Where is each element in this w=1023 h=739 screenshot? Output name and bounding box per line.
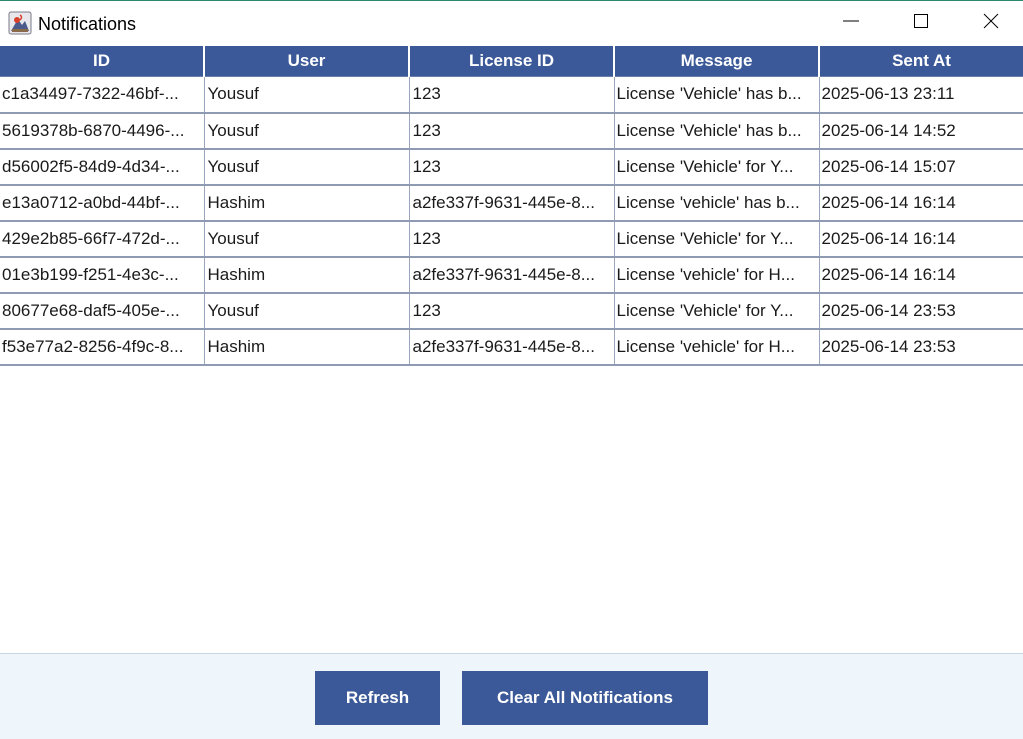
button-panel: Refresh Clear All Notifications	[0, 653, 1023, 739]
cell-user[interactable]: Yousuf	[204, 148, 410, 186]
cell-id[interactable]: e13a0712-a0bd-44bf-...	[0, 184, 205, 222]
column-header-message[interactable]: Message	[614, 46, 820, 77]
cell-sent-at[interactable]: 2025-06-14 14:52	[819, 112, 1023, 150]
cell-user[interactable]: Yousuf	[204, 76, 410, 114]
cell-license-id[interactable]: 123	[409, 148, 615, 186]
cell-sent-at[interactable]: 2025-06-14 23:53	[819, 328, 1023, 366]
close-button[interactable]	[956, 1, 1023, 45]
column-header-license-id[interactable]: License ID	[409, 46, 615, 77]
cell-id[interactable]: 429e2b85-66f7-472d-...	[0, 220, 205, 258]
table-row[interactable]: 5619378b-6870-4496-... Yousuf 123 Licens…	[0, 112, 1023, 150]
cell-message[interactable]: License 'Vehicle' for Y...	[614, 292, 820, 330]
cell-sent-at[interactable]: 2025-06-14 15:07	[819, 148, 1023, 186]
cell-sent-at[interactable]: 2025-06-14 16:14	[819, 220, 1023, 258]
maximize-icon	[913, 13, 929, 34]
notifications-table: ID User License ID Message Sent At c1a34…	[0, 46, 1023, 366]
column-header-sent-at[interactable]: Sent At	[819, 46, 1023, 77]
cell-license-id[interactable]: 123	[409, 76, 615, 114]
table-row[interactable]: 80677e68-daf5-405e-... Yousuf 123 Licens…	[0, 292, 1023, 330]
table-row[interactable]: c1a34497-7322-46bf-... Yousuf 123 Licens…	[0, 76, 1023, 114]
cell-message[interactable]: License 'Vehicle' for Y...	[614, 220, 820, 258]
close-icon	[983, 13, 999, 34]
cell-message[interactable]: License 'vehicle' for H...	[614, 328, 820, 366]
notifications-window: Notifications ID User License ID Message…	[0, 0, 1023, 739]
cell-license-id[interactable]: 123	[409, 220, 615, 258]
cell-user[interactable]: Yousuf	[204, 112, 410, 150]
minimize-button[interactable]	[816, 1, 886, 45]
table-row[interactable]: 01e3b199-f251-4e3c-... Hashim a2fe337f-9…	[0, 256, 1023, 294]
notifications-table-area: ID User License ID Message Sent At c1a34…	[0, 46, 1023, 366]
title-bar[interactable]: Notifications	[0, 1, 1023, 45]
cell-id[interactable]: d56002f5-84d9-4d34-...	[0, 148, 205, 186]
cell-user[interactable]: Hashim	[204, 256, 410, 294]
cell-message[interactable]: License 'vehicle' has b...	[614, 184, 820, 222]
table-row[interactable]: d56002f5-84d9-4d34-... Yousuf 123 Licens…	[0, 148, 1023, 186]
clear-all-notifications-button[interactable]: Clear All Notifications	[462, 671, 708, 725]
cell-id[interactable]: 80677e68-daf5-405e-...	[0, 292, 205, 330]
cell-license-id[interactable]: a2fe337f-9631-445e-8...	[409, 256, 615, 294]
cell-user[interactable]: Hashim	[204, 328, 410, 366]
table-header-row: ID User License ID Message Sent At	[0, 46, 1023, 77]
cell-user[interactable]: Yousuf	[204, 292, 410, 330]
table-row[interactable]: e13a0712-a0bd-44bf-... Hashim a2fe337f-9…	[0, 184, 1023, 222]
cell-id[interactable]: 01e3b199-f251-4e3c-...	[0, 256, 205, 294]
cell-message[interactable]: License 'Vehicle' has b...	[614, 112, 820, 150]
cell-license-id[interactable]: a2fe337f-9631-445e-8...	[409, 328, 615, 366]
cell-license-id[interactable]: 123	[409, 112, 615, 150]
column-header-user[interactable]: User	[204, 46, 410, 77]
cell-sent-at[interactable]: 2025-06-13 23:11	[819, 76, 1023, 114]
cell-user[interactable]: Hashim	[204, 184, 410, 222]
table-row[interactable]: 429e2b85-66f7-472d-... Yousuf 123 Licens…	[0, 220, 1023, 258]
cell-sent-at[interactable]: 2025-06-14 23:53	[819, 292, 1023, 330]
cell-sent-at[interactable]: 2025-06-14 16:14	[819, 184, 1023, 222]
cell-message[interactable]: License 'Vehicle' for Y...	[614, 148, 820, 186]
window-title: Notifications	[38, 14, 137, 34]
cell-license-id[interactable]: 123	[409, 292, 615, 330]
cell-message[interactable]: License 'Vehicle' has b...	[614, 76, 820, 114]
cell-id[interactable]: 5619378b-6870-4496-...	[0, 112, 205, 150]
cell-id[interactable]: f53e77a2-8256-4f9c-8...	[0, 328, 205, 366]
refresh-button[interactable]: Refresh	[315, 671, 440, 725]
cell-sent-at[interactable]: 2025-06-14 16:14	[819, 256, 1023, 294]
cell-message[interactable]: License 'vehicle' for H...	[614, 256, 820, 294]
cell-user[interactable]: Yousuf	[204, 220, 410, 258]
column-header-id[interactable]: ID	[0, 46, 205, 77]
table-row[interactable]: f53e77a2-8256-4f9c-8... Hashim a2fe337f-…	[0, 328, 1023, 366]
cell-id[interactable]: c1a34497-7322-46bf-...	[0, 76, 205, 114]
minimize-icon	[843, 13, 859, 34]
java-app-icon[interactable]	[8, 11, 32, 35]
cell-license-id[interactable]: a2fe337f-9631-445e-8...	[409, 184, 615, 222]
maximize-button[interactable]	[886, 1, 956, 45]
